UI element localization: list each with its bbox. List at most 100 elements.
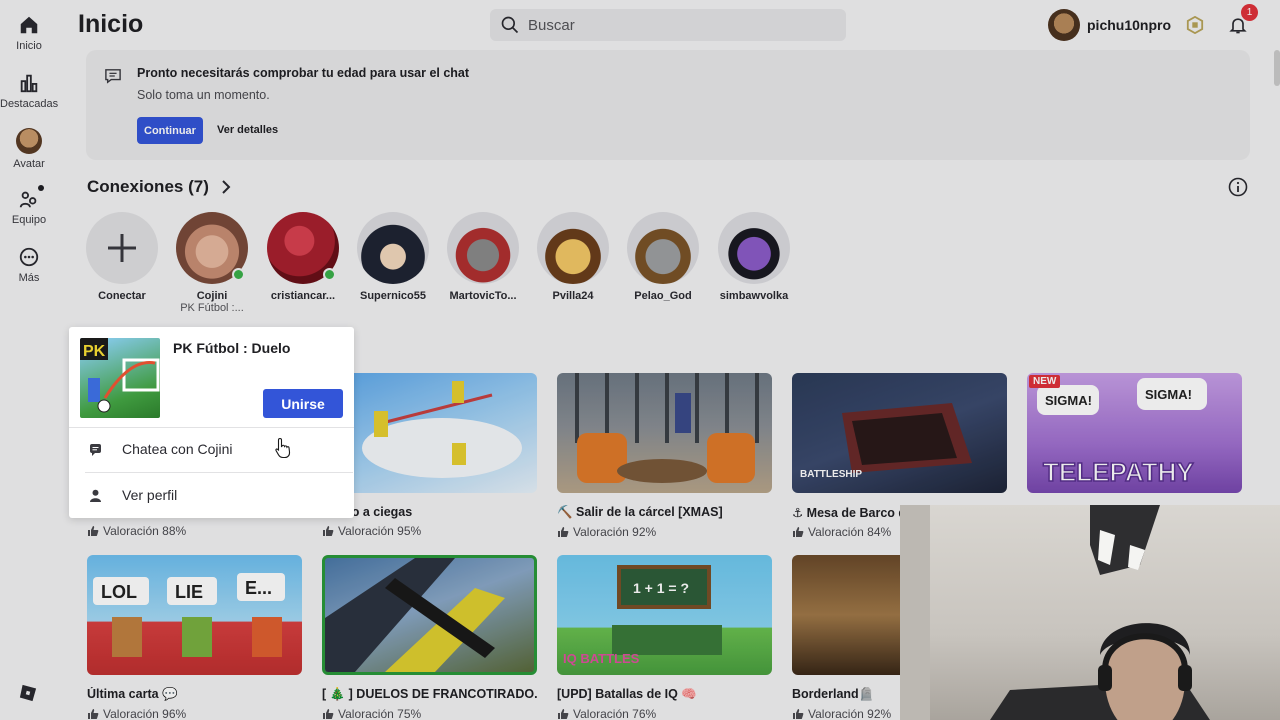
friend-avatar — [718, 212, 790, 284]
details-link[interactable]: Ver detalles — [217, 124, 278, 136]
friend-tile[interactable]: Supernico55 — [348, 212, 438, 302]
connect-button[interactable]: Conectar — [77, 212, 167, 302]
continue-button[interactable]: Continuar — [137, 117, 203, 144]
game-thumbnail-art: BATTLESHIP — [800, 403, 972, 480]
charts-icon — [20, 74, 38, 93]
game-tile[interactable]: ⛏️ Salir de la cárcel [XMAS] Valoración … — [557, 373, 772, 539]
game-thumbnail-art: PK — [80, 338, 160, 413]
chat-with-friend-menu-item[interactable]: Chatea con Cojini — [89, 441, 233, 457]
username: pichu10npro — [1087, 17, 1172, 33]
game-title: ⛏️ Salir de la cárcel [XMAS] — [557, 505, 723, 519]
game-thumbnail: 1 + 1 = ? IQ BATTLES — [557, 555, 772, 675]
game-rating-text: Valoración 92% — [573, 525, 657, 539]
game-rating-text: Valoración 84% — [808, 525, 892, 539]
thumbs-up-icon — [793, 709, 804, 719]
sigma-text-2: SIGMA! — [1145, 387, 1192, 402]
game-title: [UPD] Batallas de IQ 🧠 — [557, 687, 697, 701]
chat-icon — [90, 443, 101, 456]
divider — [69, 427, 354, 428]
sidebar-item-destacadas[interactable]: Destacadas — [0, 72, 58, 110]
robux-icon[interactable] — [1186, 16, 1204, 34]
friend-avatar — [267, 212, 339, 284]
avatar-icon — [16, 128, 42, 154]
friend-avatar — [537, 212, 609, 284]
search-input[interactable] — [528, 16, 828, 34]
friend-tile[interactable]: MartovicTo... — [438, 212, 528, 302]
online-status-dot — [232, 268, 245, 281]
game-rating-text: Valoración 75% — [338, 707, 422, 720]
chat-icon — [105, 69, 121, 84]
telepathy-text: TELEPATHY — [1043, 457, 1194, 487]
sidebar-item-label: Destacadas — [0, 98, 59, 110]
game-thumbnail: SIGMA! SIGMA! TELEPATHY NEW — [1027, 373, 1242, 493]
game-tile[interactable]: LOL LIE E... Última carta 💬 Valoración 96% — [87, 555, 302, 720]
view-profile-label: Ver perfil — [122, 487, 178, 503]
roblox-logo-icon[interactable] — [19, 684, 37, 702]
search-bar[interactable] — [490, 9, 846, 41]
avatar — [1048, 9, 1080, 41]
sidebar-item-equipo[interactable]: Equipo — [0, 185, 58, 226]
game-rating-text: Valoración 76% — [573, 707, 657, 720]
plus-icon — [108, 234, 136, 262]
game-thumbnail-art: 1 + 1 = ? IQ BATTLES — [563, 565, 722, 666]
game-tile[interactable]: 1 + 1 = ? IQ BATTLES [UPD] Batallas de IQ… — [557, 555, 772, 720]
friend-name: Pelao_God — [634, 290, 692, 302]
thumbs-up-icon — [558, 709, 569, 719]
sidebar-item-avatar[interactable]: Avatar — [0, 128, 58, 170]
game-tile[interactable]: SIGMA! SIGMA! TELEPATHY NEW — [1027, 373, 1242, 493]
sidebar-item-label: Más — [18, 272, 40, 284]
view-profile-menu-item[interactable]: Ver perfil — [89, 487, 177, 503]
game-tile[interactable]: Tiro a ciegas Valoración 95% — [322, 373, 537, 538]
thumbs-up-icon — [793, 527, 804, 537]
search-icon — [501, 16, 519, 34]
friend-name: Cojini — [196, 290, 228, 302]
game-tile[interactable]: [ 🎄 ] DUELOS DE FRANCOTIRADO... Valoraci… — [322, 555, 537, 720]
friend-context-popup: PK PK Fútbol : Duelo Unirse Chatea con C… — [69, 327, 354, 518]
friend-name: cristiancar... — [270, 290, 336, 302]
friend-tile[interactable]: Pvilla24 — [528, 212, 618, 302]
user-profile-link[interactable]: pichu10npro — [1048, 9, 1171, 41]
webcam-feed — [900, 505, 1210, 720]
friend-avatar — [627, 212, 699, 284]
scrollbar[interactable] — [1274, 50, 1280, 86]
game-rating-text: Valoración 95% — [338, 524, 422, 538]
game-thumbnail — [322, 373, 537, 493]
hand-cursor-icon — [275, 437, 291, 459]
lol-text: LOL — [101, 582, 137, 602]
sidebar-item-label: Equipo — [11, 214, 47, 226]
info-icon[interactable] — [1228, 177, 1248, 197]
online-status-dot — [323, 268, 336, 281]
friend-name: simbawvolka — [719, 290, 789, 302]
notification-badge: 1 — [1241, 4, 1258, 21]
friend-tile[interactable]: Cojini PK Fútbol :... — [167, 212, 257, 314]
friend-name: Pvilla24 — [552, 290, 594, 302]
battleship-logo: BATTLESHIP — [800, 469, 862, 480]
sigma-text-1: SIGMA! — [1045, 393, 1092, 408]
game-rating: Valoración 92% — [557, 525, 772, 539]
game-thumbnail-art — [575, 373, 759, 483]
friend-tile[interactable]: simbawvolka — [709, 212, 799, 302]
home-icon — [20, 16, 38, 34]
lie-text: LIE — [175, 582, 203, 602]
popup-game-title: PK Fútbol : Duelo — [173, 340, 291, 356]
sidebar-item-label: Inicio — [16, 40, 42, 52]
sidebar-item-mas[interactable]: Más — [0, 246, 58, 284]
friend-avatar — [357, 212, 429, 284]
sidebar-item-inicio[interactable]: Inicio — [0, 14, 58, 52]
join-button[interactable]: Unirse — [263, 389, 343, 418]
friend-tile[interactable]: cristiancar... — [258, 212, 348, 302]
friend-game: PK Fútbol :... — [180, 302, 244, 314]
game-title: Última carta 💬 — [87, 687, 178, 701]
chat-with-friend-label: Chatea con Cojini — [122, 441, 233, 457]
connections-title[interactable]: Conexiones (7) — [87, 177, 209, 197]
friend-tile[interactable]: Pelao_God — [618, 212, 708, 302]
game-rating-text: Valoración 88% — [103, 524, 187, 538]
popup-game-thumbnail: PK — [80, 338, 160, 418]
divider — [85, 472, 353, 473]
person-icon — [90, 489, 101, 502]
page-title: Inicio — [78, 10, 144, 38]
team-icon — [19, 191, 37, 208]
thumbs-up-icon — [323, 526, 334, 536]
chevron-right-icon[interactable] — [220, 179, 232, 195]
game-rating: Valoración 76% — [557, 707, 772, 720]
